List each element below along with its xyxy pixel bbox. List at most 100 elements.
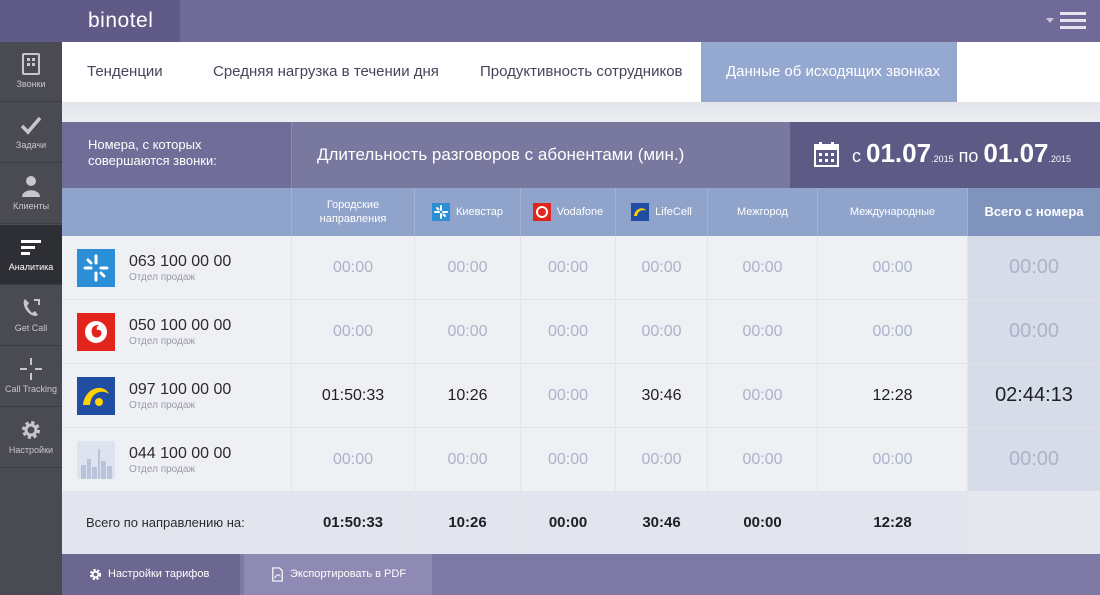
sidebar-item-calls[interactable]: Звонки [0,42,62,102]
cell-lifecell: 00:00 [615,236,707,299]
cell-intercity: 00:00 [707,236,817,299]
department: Отдел продаж [129,400,196,411]
date-range-text: с 01.07.2015 по 01.07.2015 [852,138,1072,168]
cell-international: 12:28 [817,364,967,427]
date-from-year: .2015 [931,154,954,164]
table-row: 063 100 00 00 Отдел продаж 00:00 00:00 0… [62,236,1100,300]
phone-handset-icon [23,299,40,316]
sidebar-item-tasks[interactable]: Задачи [0,103,62,163]
tariff-settings-label: Настройки тарифов [108,568,210,580]
sidebar-item-settings[interactable]: Настройки [0,408,62,468]
tabs-divider [62,102,1100,122]
gear-icon [22,421,40,439]
total-international: 12:28 [817,491,967,554]
department: Отдел продаж [129,272,196,283]
col-lifecell: LifeCell [615,188,707,236]
table-row: 097 100 00 00 Отдел продаж 01:50:33 10:2… [62,364,1100,428]
phone-cell: 097 100 00 00 Отдел продаж [62,364,291,427]
phone-number: 097 100 00 00 [129,381,232,398]
sidebar: Звонки Задачи Клиенты Аналитика Get Call… [0,42,62,595]
sidebar-item-label: Call Tracking [4,384,58,394]
top-bar: binotel [0,0,1100,42]
logo-area: binotel [0,0,180,42]
total-kyivstar: 10:26 [414,491,520,554]
cell-intercity: 00:00 [707,300,817,363]
tab-trends[interactable]: Тенденции [62,42,188,102]
cell-city: 00:00 [291,300,414,363]
date-to: 01.07 [983,138,1049,168]
department: Отдел продаж [129,336,196,347]
date-range-picker[interactable]: с 01.07.2015 по 01.07.2015 [790,122,1100,188]
total-all [967,491,1100,554]
cell-kyivstar: 00:00 [414,236,520,299]
numbers-label: Номера, с которых совершаются звонки: [62,122,291,188]
kyivstar-icon [431,203,450,221]
date-from: 01.07 [866,138,932,168]
sidebar-item-analytics[interactable]: Аналитика [0,225,62,285]
table-row: 050 100 00 00 Отдел продаж 00:00 00:00 0… [62,300,1100,364]
report-title: Длительность разговоров с абонентами (ми… [291,122,791,188]
cell-city: 00:00 [291,428,414,491]
total-intercity: 00:00 [707,491,817,554]
gear-icon [89,568,102,581]
sidebar-item-label: Звонки [16,79,46,89]
sidebar-item-label: Клиенты [12,201,50,211]
crosshair-icon [20,358,42,380]
total-vodafone: 00:00 [520,491,615,554]
cell-international: 00:00 [817,428,967,491]
col-total: Всего с номера [967,188,1100,236]
cell-lifecell: 00:00 [615,428,707,491]
col-kyivstar: Киевстар [414,188,520,236]
phone-number: 063 100 00 00 [129,253,232,270]
col-international: Международные [817,188,967,236]
lifecell-icon [631,203,650,221]
sidebar-item-clients[interactable]: Клиенты [0,164,62,224]
tab-bar: Тенденции Средняя нагрузка в течении дня… [62,42,1100,102]
calendar-icon[interactable] [814,142,839,167]
cell-city: 00:00 [291,236,414,299]
cell-intercity: 00:00 [707,364,817,427]
cell-total: 00:00 [967,428,1100,491]
cell-kyivstar: 00:00 [414,428,520,491]
logo[interactable]: binotel [88,9,153,33]
cell-city: 01:50:33 [291,364,414,427]
footer-bar: Настройки тарифов Экспортировать в PDF [62,554,1100,595]
totals-row: Всего по направлению на: 01:50:33 10:26 … [62,491,1100,554]
table-row: 044 100 00 00 Отдел продаж 00:00 00:00 0… [62,428,1100,492]
tab-average-load[interactable]: Средняя нагрузка в течении дня [188,42,464,102]
cell-total: 00:00 [967,236,1100,299]
col-vodafone: Vodafone [520,188,615,236]
total-lifecell: 30:46 [615,491,707,554]
cell-total: 00:00 [967,300,1100,363]
menu-caret-icon[interactable] [1046,18,1054,23]
checkmark-icon [20,116,42,135]
vodafone-icon [532,203,551,221]
tab-outgoing-calls[interactable]: Данные об исходящих звонках [701,42,957,102]
bars-icon [21,240,41,255]
sidebar-item-label: Аналитика [8,262,54,272]
cell-international: 00:00 [817,236,967,299]
department: Отдел продаж [129,464,196,475]
phone-cell: 044 100 00 00 Отдел продаж [62,428,291,491]
cell-international: 00:00 [817,300,967,363]
cell-lifecell: 30:46 [615,364,707,427]
cell-vodafone: 00:00 [520,428,615,491]
table-header: Городские направления Киевстар Vodafone … [62,188,1100,236]
sidebar-item-calltracking[interactable]: Call Tracking [0,347,62,407]
col-intercity: Межгород [707,188,817,236]
cell-total: 02:44:13 [967,364,1100,427]
tab-employee-productivity[interactable]: Продуктивность сотрудников [455,42,708,102]
phone-cell: 050 100 00 00 Отдел продаж [62,300,291,363]
cell-vodafone: 00:00 [520,300,615,363]
cell-kyivstar: 00:00 [414,300,520,363]
city-skyline-icon [77,441,115,479]
phone-book-icon [22,53,40,75]
cell-lifecell: 00:00 [615,300,707,363]
tariff-settings-button[interactable]: Настройки тарифов [62,554,240,595]
phone-number: 044 100 00 00 [129,445,232,462]
export-pdf-button[interactable]: Экспортировать в PDF [244,554,432,595]
hamburger-menu-icon[interactable] [1060,12,1086,30]
export-pdf-label: Экспортировать в PDF [290,568,407,580]
date-to-year: .2015 [1048,154,1072,164]
sidebar-item-getcall[interactable]: Get Call [0,286,62,346]
